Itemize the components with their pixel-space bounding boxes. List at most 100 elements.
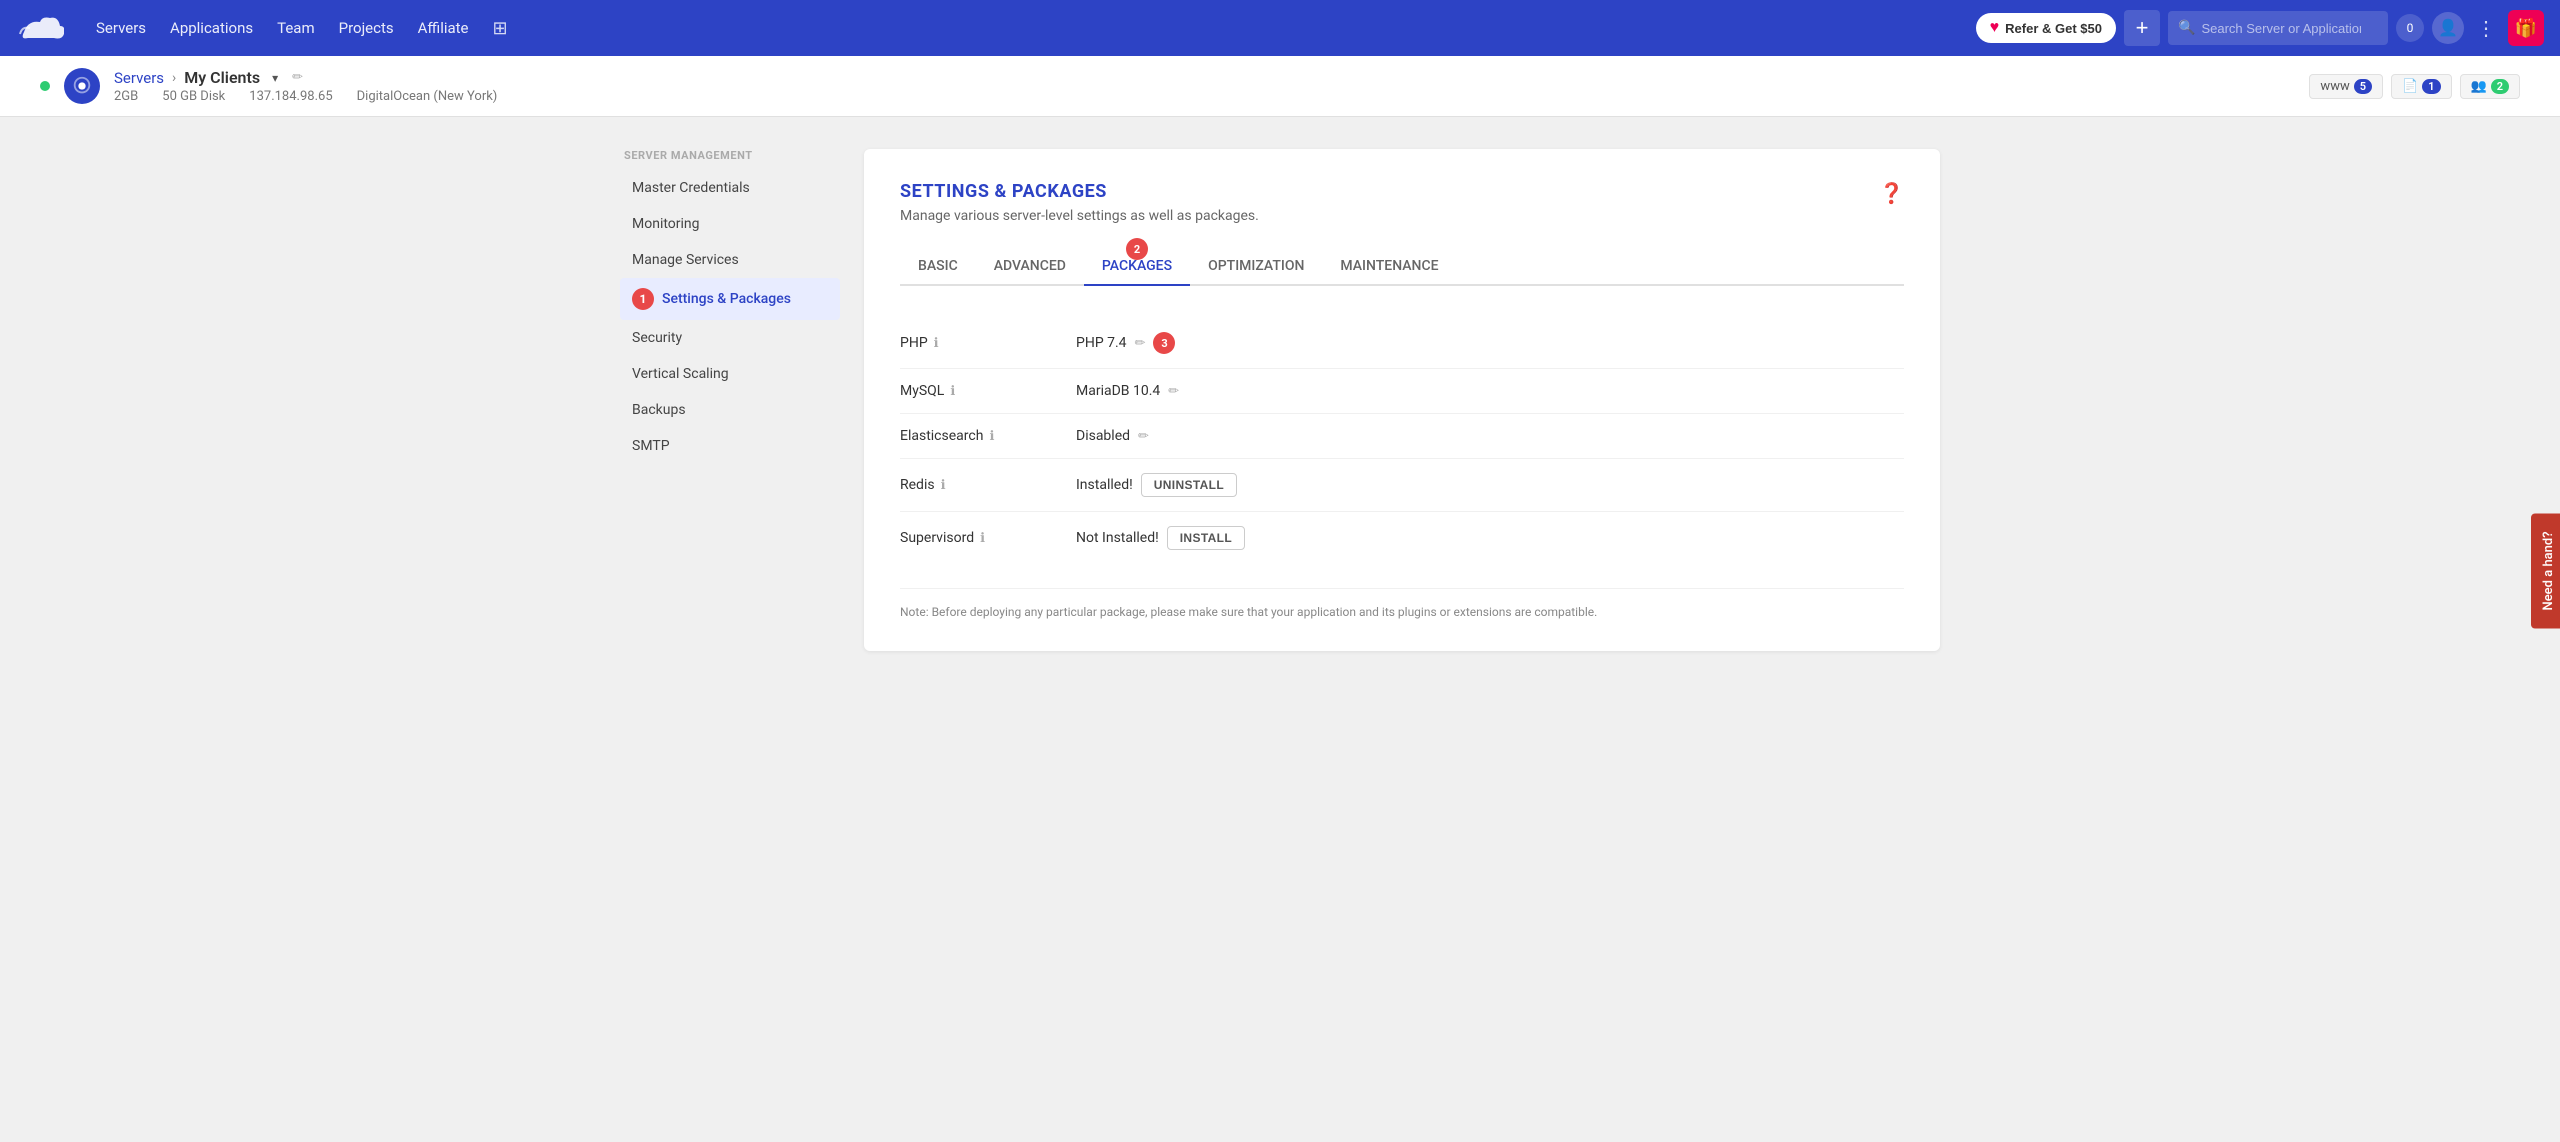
server-provider: DigitalOcean (New York) xyxy=(357,89,498,104)
package-row-elasticsearch: Elasticsearch ℹ Disabled ✏ xyxy=(900,414,1904,459)
help-icon[interactable]: ❓ xyxy=(1879,181,1904,205)
package-name-mysql: MySQL ℹ xyxy=(900,383,1060,399)
grid-icon[interactable]: ⊞ xyxy=(493,18,508,39)
tab-packages[interactable]: 2 PACKAGES xyxy=(1084,248,1190,286)
search-box: 🔍 xyxy=(2168,11,2388,45)
nav-affiliate[interactable]: Affiliate xyxy=(418,19,469,37)
sidebar-item-vertical-scaling[interactable]: Vertical Scaling xyxy=(620,356,840,392)
breadcrumb-servers-link[interactable]: Servers xyxy=(114,69,164,87)
add-button[interactable]: + xyxy=(2124,10,2160,46)
navbar: Servers Applications Team Projects Affil… xyxy=(0,0,2560,56)
content-panel: SETTINGS & PACKAGES Manage various serve… xyxy=(864,149,1940,651)
package-row-redis: Redis ℹ Installed! UNINSTALL xyxy=(900,459,1904,512)
package-value-supervisord: Not Installed! INSTALL xyxy=(1076,526,1904,550)
server-meta: 2GB 50 GB Disk 137.184.98.65 DigitalOcea… xyxy=(114,89,497,104)
notification-badge[interactable]: 0 xyxy=(2396,14,2424,42)
user-count: 2 xyxy=(2491,79,2509,94)
php-label: PHP xyxy=(900,335,928,351)
supervisord-value: Not Installed! xyxy=(1076,530,1159,546)
server-disk: 2GB xyxy=(114,89,138,104)
user-badge[interactable]: 👥 2 xyxy=(2460,74,2520,99)
tabs: BASIC ADVANCED 2 PACKAGES OPTIMIZATION M… xyxy=(900,248,1904,286)
panel-note: Note: Before deploying any particular pa… xyxy=(900,588,1904,619)
php-info-icon[interactable]: ℹ xyxy=(934,336,939,351)
package-value-redis: Installed! UNINSTALL xyxy=(1076,473,1904,497)
more-options-button[interactable]: ⋮ xyxy=(2472,16,2500,41)
elasticsearch-info-icon[interactable]: ℹ xyxy=(989,429,994,444)
tab-advanced[interactable]: ADVANCED xyxy=(976,248,1084,286)
feedback-tab[interactable]: Need a hand? xyxy=(2531,513,2560,628)
www-badge[interactable]: www 5 xyxy=(2309,74,2383,99)
www-label: www xyxy=(2320,79,2349,94)
redis-info-icon[interactable]: ℹ xyxy=(941,478,946,493)
nav-links: Servers Applications Team Projects Affil… xyxy=(96,18,1952,39)
www-count: 5 xyxy=(2354,79,2372,94)
breadcrumb-arrow: › xyxy=(172,70,176,86)
brand-logo[interactable] xyxy=(16,12,64,44)
package-name-redis: Redis ℹ xyxy=(900,477,1060,493)
refer-button[interactable]: ♥ Refer & Get $50 xyxy=(1976,13,2116,43)
package-row-mysql: MySQL ℹ MariaDB 10.4 ✏ xyxy=(900,369,1904,414)
sidebar-label-security: Security xyxy=(632,330,682,346)
redis-uninstall-button[interactable]: UNINSTALL xyxy=(1141,473,1237,497)
refer-label: Refer & Get $50 xyxy=(2005,21,2102,36)
search-icon: 🔍 xyxy=(2178,20,2195,36)
elasticsearch-value: Disabled xyxy=(1076,428,1130,444)
php-value: PHP 7.4 xyxy=(1076,335,1127,351)
sidebar-label-settings-packages: Settings & Packages xyxy=(662,291,791,307)
package-value-elasticsearch: Disabled ✏ xyxy=(1076,428,1904,444)
mysql-info-icon[interactable]: ℹ xyxy=(950,384,955,399)
tab-basic[interactable]: BASIC xyxy=(900,248,976,286)
sidebar-item-smtp[interactable]: SMTP xyxy=(620,428,840,464)
sidebar-label-monitoring: Monitoring xyxy=(632,216,700,232)
package-name-supervisord: Supervisord ℹ xyxy=(900,530,1060,546)
file-count: 1 xyxy=(2422,79,2440,94)
tab-packages-step-badge: 2 xyxy=(1126,238,1148,260)
supervisord-install-button[interactable]: INSTALL xyxy=(1167,526,1245,550)
package-row-php: PHP ℹ PHP 7.4 ✏ 3 xyxy=(900,318,1904,369)
server-header-left: Servers › My Clients ▾ ✏ 2GB 50 GB Disk … xyxy=(40,68,497,104)
main-layout: Server Management Master Credentials Mon… xyxy=(580,117,1980,683)
elasticsearch-edit-icon[interactable]: ✏ xyxy=(1138,429,1149,444)
package-value-mysql: MariaDB 10.4 ✏ xyxy=(1076,383,1904,399)
packages-table: PHP ℹ PHP 7.4 ✏ 3 MySQL ℹ MariaDB 10.4 ✏ xyxy=(900,318,1904,564)
sidebar-step-badge: 1 xyxy=(632,288,654,310)
nav-team[interactable]: Team xyxy=(277,19,315,37)
server-edit-icon[interactable]: ✏ xyxy=(292,70,303,85)
nav-servers[interactable]: Servers xyxy=(96,19,146,37)
redis-label: Redis xyxy=(900,477,935,493)
sidebar-item-manage-services[interactable]: Manage Services xyxy=(620,242,840,278)
nav-projects[interactable]: Projects xyxy=(339,19,394,37)
navbar-right: ♥ Refer & Get $50 + 🔍 0 👤 ⋮ 🎁 xyxy=(1976,10,2544,46)
heart-icon: ♥ xyxy=(1990,19,2000,37)
supervisord-info-icon[interactable]: ℹ xyxy=(980,531,985,546)
supervisord-label: Supervisord xyxy=(900,530,974,546)
server-dropdown-icon[interactable]: ▾ xyxy=(272,71,278,85)
tab-optimization[interactable]: OPTIMIZATION xyxy=(1190,248,1322,286)
search-input[interactable] xyxy=(2201,21,2361,36)
sidebar: Server Management Master Credentials Mon… xyxy=(620,149,840,651)
breadcrumb: Servers › My Clients ▾ ✏ xyxy=(114,68,497,87)
sidebar-item-master-credentials[interactable]: Master Credentials xyxy=(620,170,840,206)
user-icon: 👥 xyxy=(2471,79,2487,94)
sidebar-item-security[interactable]: Security xyxy=(620,320,840,356)
sidebar-item-settings-packages[interactable]: 1 Settings & Packages xyxy=(620,278,840,320)
sidebar-label-smtp: SMTP xyxy=(632,438,670,454)
package-name-elasticsearch: Elasticsearch ℹ xyxy=(900,428,1060,444)
sidebar-item-monitoring[interactable]: Monitoring xyxy=(620,206,840,242)
file-badge[interactable]: 📄 1 xyxy=(2391,74,2451,99)
sidebar-label-master-credentials: Master Credentials xyxy=(632,180,750,196)
gift-button[interactable]: 🎁 xyxy=(2508,10,2544,46)
nav-applications[interactable]: Applications xyxy=(170,19,253,37)
sidebar-label-vertical-scaling: Vertical Scaling xyxy=(632,366,729,382)
package-name-php: PHP ℹ xyxy=(900,335,1060,351)
php-edit-icon[interactable]: ✏ xyxy=(1135,336,1146,351)
tab-maintenance[interactable]: MAINTENANCE xyxy=(1322,248,1456,286)
mysql-edit-icon[interactable]: ✏ xyxy=(1168,384,1179,399)
server-storage: 50 GB Disk xyxy=(162,89,225,104)
sidebar-item-backups[interactable]: Backups xyxy=(620,392,840,428)
panel-title: SETTINGS & PACKAGES xyxy=(900,181,1259,202)
server-status-dot xyxy=(40,81,50,91)
avatar-button[interactable]: 👤 xyxy=(2432,12,2464,44)
tab-packages-label: PACKAGES xyxy=(1102,258,1172,274)
